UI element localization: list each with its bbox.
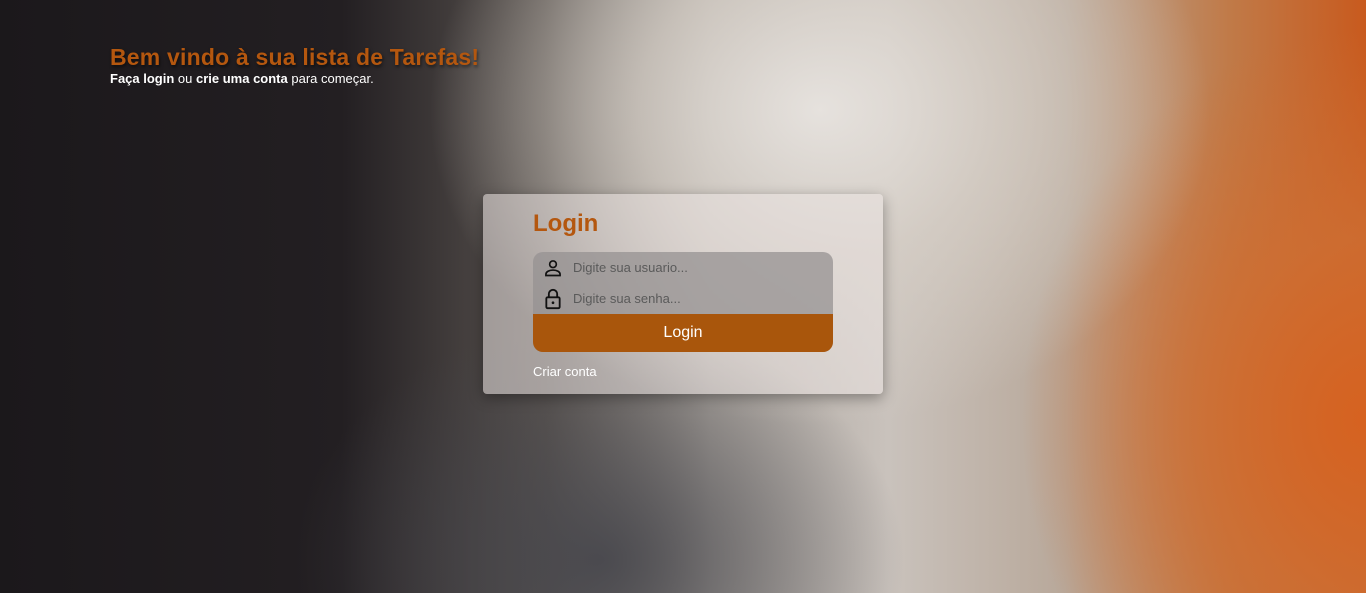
user-icon (533, 252, 573, 283)
password-field (533, 283, 833, 314)
page-title: Bem vindo à sua lista de Tarefas! (110, 44, 480, 70)
subtitle-create-text: crie uma conta (195, 71, 288, 86)
login-button[interactable]: Login (533, 314, 833, 352)
login-form: Login (533, 252, 833, 352)
password-input[interactable] (573, 283, 823, 314)
subtitle-connector: ou (174, 71, 196, 86)
username-field (533, 252, 833, 283)
subtitle-suffix: para começar. (287, 71, 374, 86)
page-subtitle: Faça login ou crie uma conta para começa… (110, 71, 479, 86)
lock-icon (533, 283, 573, 314)
login-card: Login Login Criar conta (483, 194, 883, 394)
username-input[interactable] (573, 252, 823, 283)
hero: Bem vindo à sua lista de Tarefas! Faça l… (110, 44, 479, 86)
subtitle-login-text: Faça login (110, 71, 175, 86)
login-title: Login (533, 210, 599, 237)
create-account-link[interactable]: Criar conta (533, 364, 597, 379)
